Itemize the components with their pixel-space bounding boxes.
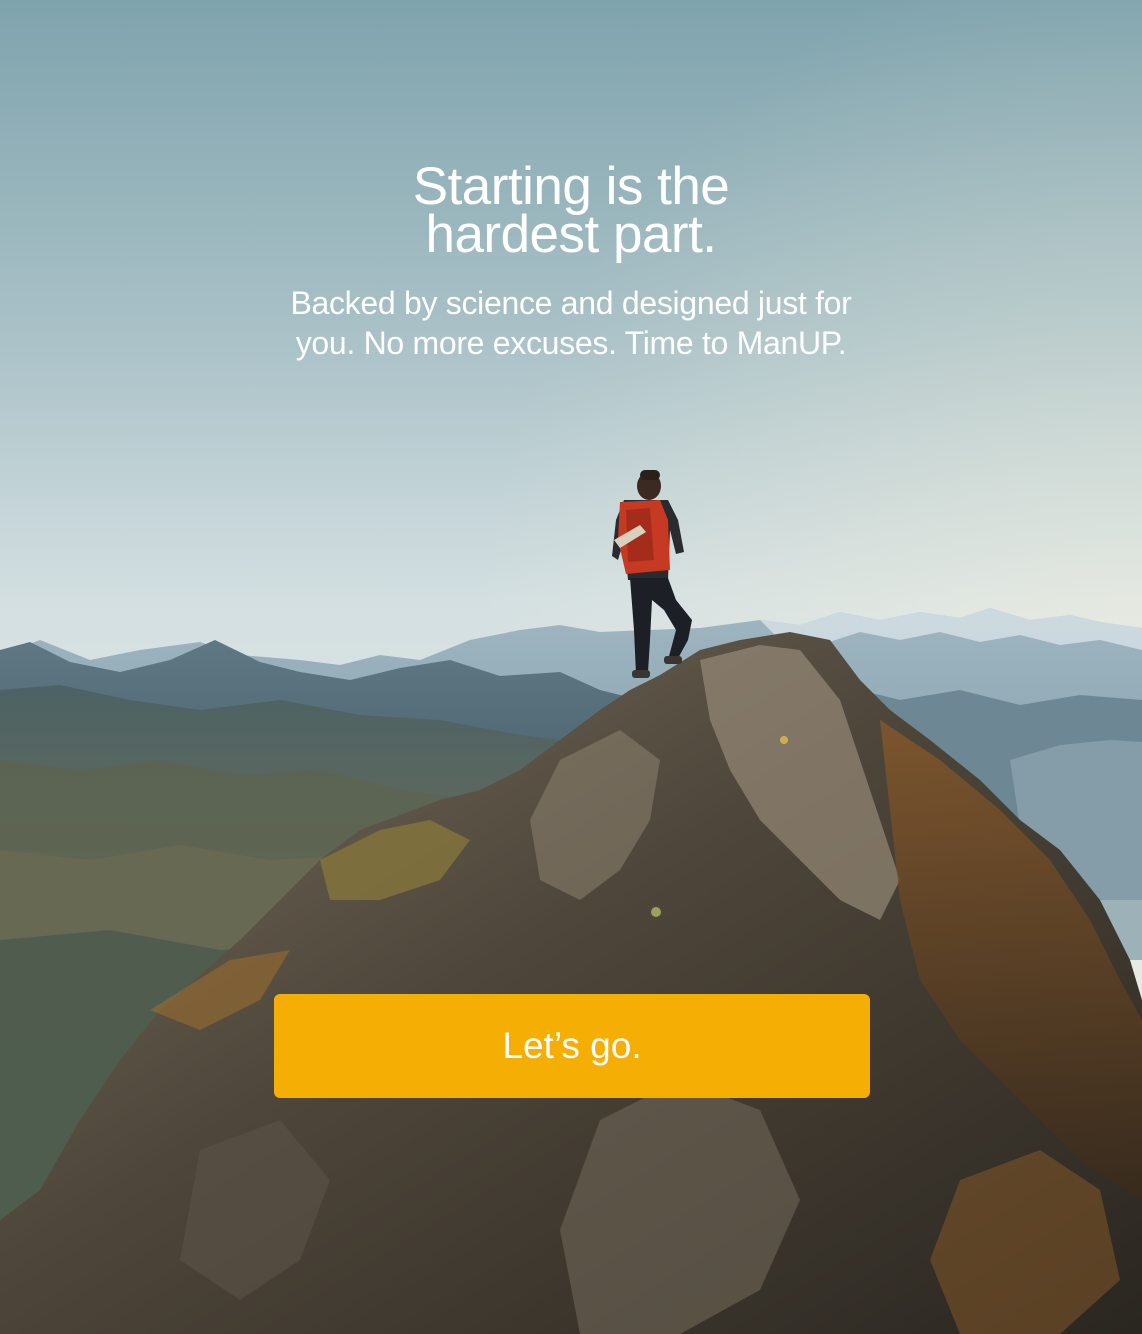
subtitle: Backed by science and designed just for … — [290, 285, 852, 361]
headline: Starting is the hardest part. — [412, 157, 730, 264]
lets-go-button[interactable]: Let’s go. — [274, 994, 870, 1098]
